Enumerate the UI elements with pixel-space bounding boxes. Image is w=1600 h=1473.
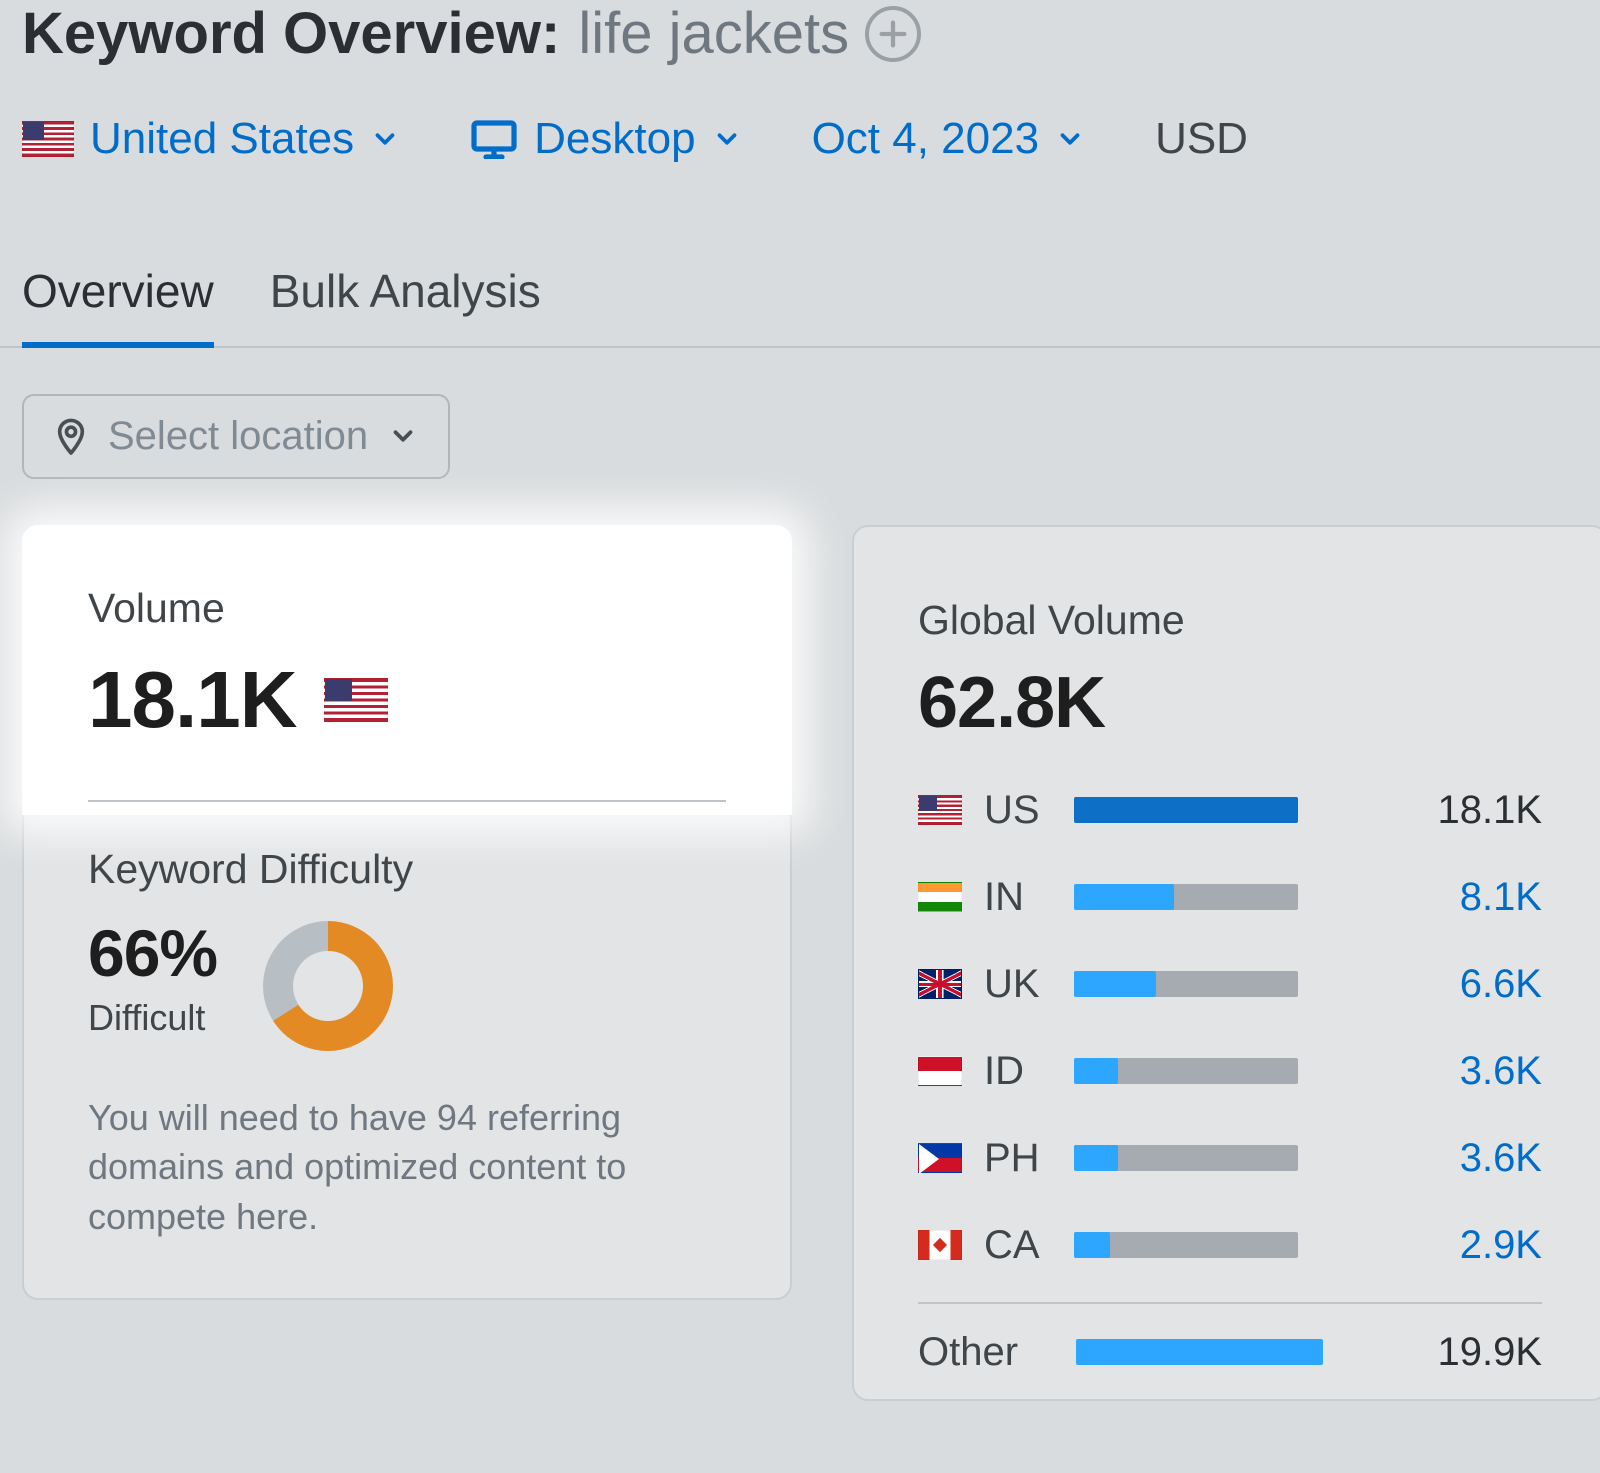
difficulty-description: You will need to have 94 referring domai… bbox=[88, 1093, 726, 1242]
global-volume-cc: PH bbox=[984, 1136, 1046, 1181]
global-volume-bar-fill bbox=[1074, 1058, 1118, 1084]
global-volume-other-label: Other bbox=[918, 1330, 1048, 1375]
in-flag-icon bbox=[918, 882, 962, 912]
volume-value: 18.1K bbox=[88, 654, 296, 746]
global-volume-bar bbox=[1074, 884, 1298, 910]
country-filter-label: United States bbox=[90, 114, 354, 164]
difficulty-title: Keyword Difficulty bbox=[88, 846, 726, 893]
global-volume-cc: UK bbox=[984, 962, 1046, 1007]
country-filter[interactable]: United States bbox=[22, 114, 400, 164]
global-volume-bar-fill bbox=[1074, 1232, 1110, 1258]
add-keyword-button[interactable] bbox=[865, 6, 921, 62]
difficulty-donut-chart bbox=[263, 921, 393, 1051]
global-volume-value: 6.6K bbox=[1432, 962, 1542, 1007]
global-volume-cc: CA bbox=[984, 1223, 1046, 1268]
global-volume-bar bbox=[1074, 971, 1298, 997]
global-volume-value: 3.6K bbox=[1432, 1136, 1542, 1181]
id-flag-icon bbox=[918, 1056, 962, 1086]
device-filter[interactable]: Desktop bbox=[470, 114, 741, 164]
global-volume-row-ph[interactable]: PH 3.6K bbox=[918, 1136, 1542, 1181]
us-flag-icon bbox=[22, 121, 74, 157]
global-volume-row-id[interactable]: ID 3.6K bbox=[918, 1049, 1542, 1094]
tab-overview[interactable]: Overview bbox=[22, 264, 214, 346]
header: Keyword Overview: life jackets United St… bbox=[0, 0, 1600, 164]
volume-title: Volume bbox=[88, 585, 726, 632]
global-volume-row-ca[interactable]: CA 2.9K bbox=[918, 1223, 1542, 1268]
global-volume-row-uk[interactable]: UK 6.6K bbox=[918, 962, 1542, 1007]
volume-difficulty-card: Volume 18.1K Keyword Difficulty 66% Diff… bbox=[22, 525, 792, 1300]
device-filter-label: Desktop bbox=[534, 114, 695, 164]
tabs: Overview Bulk Analysis bbox=[0, 264, 1600, 348]
global-volume-other-row: Other 19.9K bbox=[918, 1330, 1542, 1375]
global-volume-card: Global Volume 62.8K US 18.1K IN 8.1K UK 6.6K I… bbox=[852, 525, 1600, 1401]
global-volume-value: 3.6K bbox=[1432, 1049, 1542, 1094]
difficulty-label: Difficult bbox=[88, 997, 217, 1039]
global-volume-bar bbox=[1074, 797, 1298, 823]
currency-label: USD bbox=[1155, 114, 1248, 164]
global-volume-row-us[interactable]: US 18.1K bbox=[918, 788, 1542, 833]
page-title-row: Keyword Overview: life jackets bbox=[22, 0, 1578, 66]
global-volume-bar-fill bbox=[1074, 1145, 1118, 1171]
global-volume-bar-fill bbox=[1074, 797, 1298, 823]
filters-row: United States Desktop Oct 4, 2023 USD bbox=[22, 114, 1578, 164]
global-volume-cc: US bbox=[984, 788, 1046, 833]
page-title: Keyword Overview: bbox=[22, 2, 560, 66]
global-volume-title: Global Volume bbox=[918, 597, 1542, 644]
chevron-down-icon bbox=[712, 124, 742, 154]
location-select-placeholder: Select location bbox=[108, 414, 368, 459]
us-flag-icon bbox=[918, 795, 962, 825]
chevron-down-icon bbox=[1055, 124, 1085, 154]
location-pin-icon bbox=[54, 416, 88, 456]
global-volume-bar bbox=[1074, 1145, 1298, 1171]
global-volume-bar bbox=[1074, 1058, 1298, 1084]
ph-flag-icon bbox=[918, 1143, 962, 1173]
difficulty-text: 66% Difficult bbox=[88, 915, 217, 1039]
volume-value-row: 18.1K bbox=[88, 654, 726, 746]
uk-flag-icon bbox=[918, 969, 962, 999]
global-volume-divider bbox=[918, 1302, 1542, 1304]
metrics-cards: Volume 18.1K Keyword Difficulty 66% Diff… bbox=[0, 479, 1600, 1401]
card-divider bbox=[88, 800, 726, 802]
global-volume-value: 62.8K bbox=[918, 662, 1542, 744]
location-select-wrap: Select location bbox=[0, 348, 1600, 479]
global-volume-bar-fill bbox=[1074, 971, 1156, 997]
difficulty-row: 66% Difficult bbox=[88, 915, 726, 1051]
global-volume-other-value: 19.9K bbox=[1432, 1330, 1542, 1375]
global-volume-row-in[interactable]: IN 8.1K bbox=[918, 875, 1542, 920]
global-volume-cc: ID bbox=[984, 1049, 1046, 1094]
global-volume-value: 18.1K bbox=[1432, 788, 1542, 833]
global-volume-cc: IN bbox=[984, 875, 1046, 920]
global-volume-value: 2.9K bbox=[1432, 1223, 1542, 1268]
desktop-icon bbox=[470, 119, 518, 159]
location-select[interactable]: Select location bbox=[22, 394, 450, 479]
global-volume-list: US 18.1K IN 8.1K UK 6.6K ID 3.6K PH 3.6K CA 2.9K bbox=[918, 788, 1542, 1268]
plus-icon bbox=[876, 17, 910, 51]
global-volume-bar bbox=[1074, 1232, 1298, 1258]
difficulty-percent: 66% bbox=[88, 915, 217, 991]
global-volume-other-bar-fill bbox=[1076, 1339, 1323, 1365]
date-filter-label: Oct 4, 2023 bbox=[812, 114, 1039, 164]
us-flag-icon bbox=[324, 678, 388, 722]
global-volume-value: 8.1K bbox=[1432, 875, 1542, 920]
chevron-down-icon bbox=[370, 124, 400, 154]
global-volume-other-bar bbox=[1076, 1339, 1300, 1365]
keyword-value: life jackets bbox=[578, 2, 849, 66]
global-volume-bar-fill bbox=[1074, 884, 1174, 910]
date-filter[interactable]: Oct 4, 2023 bbox=[812, 114, 1085, 164]
tab-bulk-analysis[interactable]: Bulk Analysis bbox=[270, 264, 541, 346]
chevron-down-icon bbox=[388, 421, 418, 451]
ca-flag-icon bbox=[918, 1230, 962, 1260]
